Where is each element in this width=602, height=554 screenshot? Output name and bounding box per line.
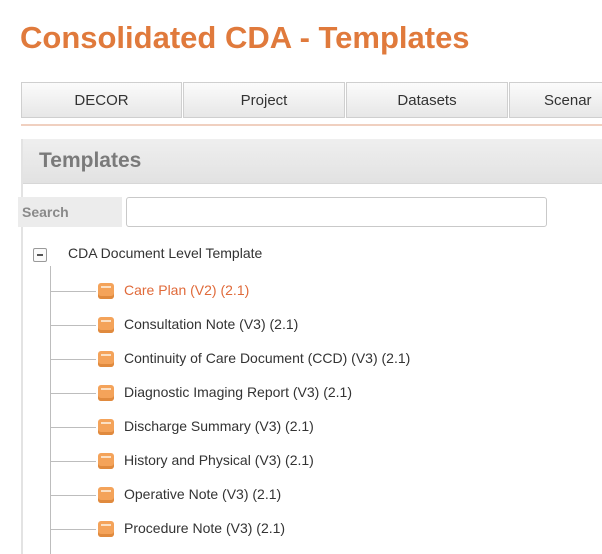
tree-item-operative-note[interactable]: Operative Note (V3) (2.1) <box>50 483 570 507</box>
template-icon <box>98 385 114 401</box>
template-icon <box>98 351 114 367</box>
tab-bar: DECOR Project Datasets Scenar <box>21 82 602 126</box>
tree-branch-line <box>50 393 96 394</box>
tree-item-label: Operative Note (V3) (2.1) <box>124 486 282 502</box>
tree-item-diagnostic-imaging-report[interactable]: Diagnostic Imaging Report (V3) (2.1) <box>50 381 570 405</box>
tab-datasets[interactable]: Datasets <box>346 82 508 118</box>
tree-branch-line <box>50 529 96 530</box>
tree-item-label: Procedure Note (V3) (2.1) <box>124 520 286 536</box>
tree-connector-line <box>50 266 51 554</box>
search-label: Search <box>18 197 122 227</box>
template-icon <box>98 419 114 435</box>
tree-item-ccd[interactable]: Continuity of Care Document (CCD) (V3) (… <box>50 347 570 371</box>
tree-item-history-and-physical[interactable]: History and Physical (V3) (2.1) <box>50 449 570 473</box>
template-icon <box>98 521 114 537</box>
tree-item-label: Diagnostic Imaging Report (V3) (2.1) <box>124 384 352 400</box>
tree-item-label: History and Physical (V3) (2.1) <box>124 452 314 468</box>
template-icon <box>98 453 114 469</box>
tree-item-care-plan[interactable]: Care Plan (V2) (2.1) <box>50 279 570 303</box>
tab-scenarios[interactable]: Scenar <box>509 82 602 118</box>
tree-branch-line <box>50 461 96 462</box>
tree-branch-line <box>50 325 96 326</box>
tree-branch-line <box>50 359 96 360</box>
tree-item-label: Consultation Note (V3) (2.1) <box>124 316 299 332</box>
tab-decor[interactable]: DECOR <box>21 82 182 118</box>
tree-branch-line <box>50 291 96 292</box>
panel-title: Templates <box>39 149 142 172</box>
panel-header: Templates <box>23 139 602 184</box>
tree-item-procedure-note[interactable]: Procedure Note (V3) (2.1) <box>50 517 570 541</box>
tree-item-consultation-note[interactable]: Consultation Note (V3) (2.1) <box>50 313 570 337</box>
tree-item-label: Discharge Summary (V3) (2.1) <box>124 418 314 434</box>
tree-item-discharge-summary[interactable]: Discharge Summary (V3) (2.1) <box>50 415 570 439</box>
tree-item-label: Continuity of Care Document (CCD) (V3) (… <box>124 350 411 366</box>
tree-branch-line <box>50 427 96 428</box>
tab-project[interactable]: Project <box>183 82 345 118</box>
tree-branch-line <box>50 495 96 496</box>
tree-root-label[interactable]: CDA Document Level Template <box>68 245 262 261</box>
template-icon <box>98 317 114 333</box>
template-icon <box>98 283 114 299</box>
search-input[interactable] <box>126 197 547 227</box>
tree-item-label: Care Plan (V2) (2.1) <box>124 282 250 298</box>
collapse-icon[interactable] <box>33 248 47 262</box>
page-title: Consolidated CDA - Templates <box>20 20 470 55</box>
template-icon <box>98 487 114 503</box>
